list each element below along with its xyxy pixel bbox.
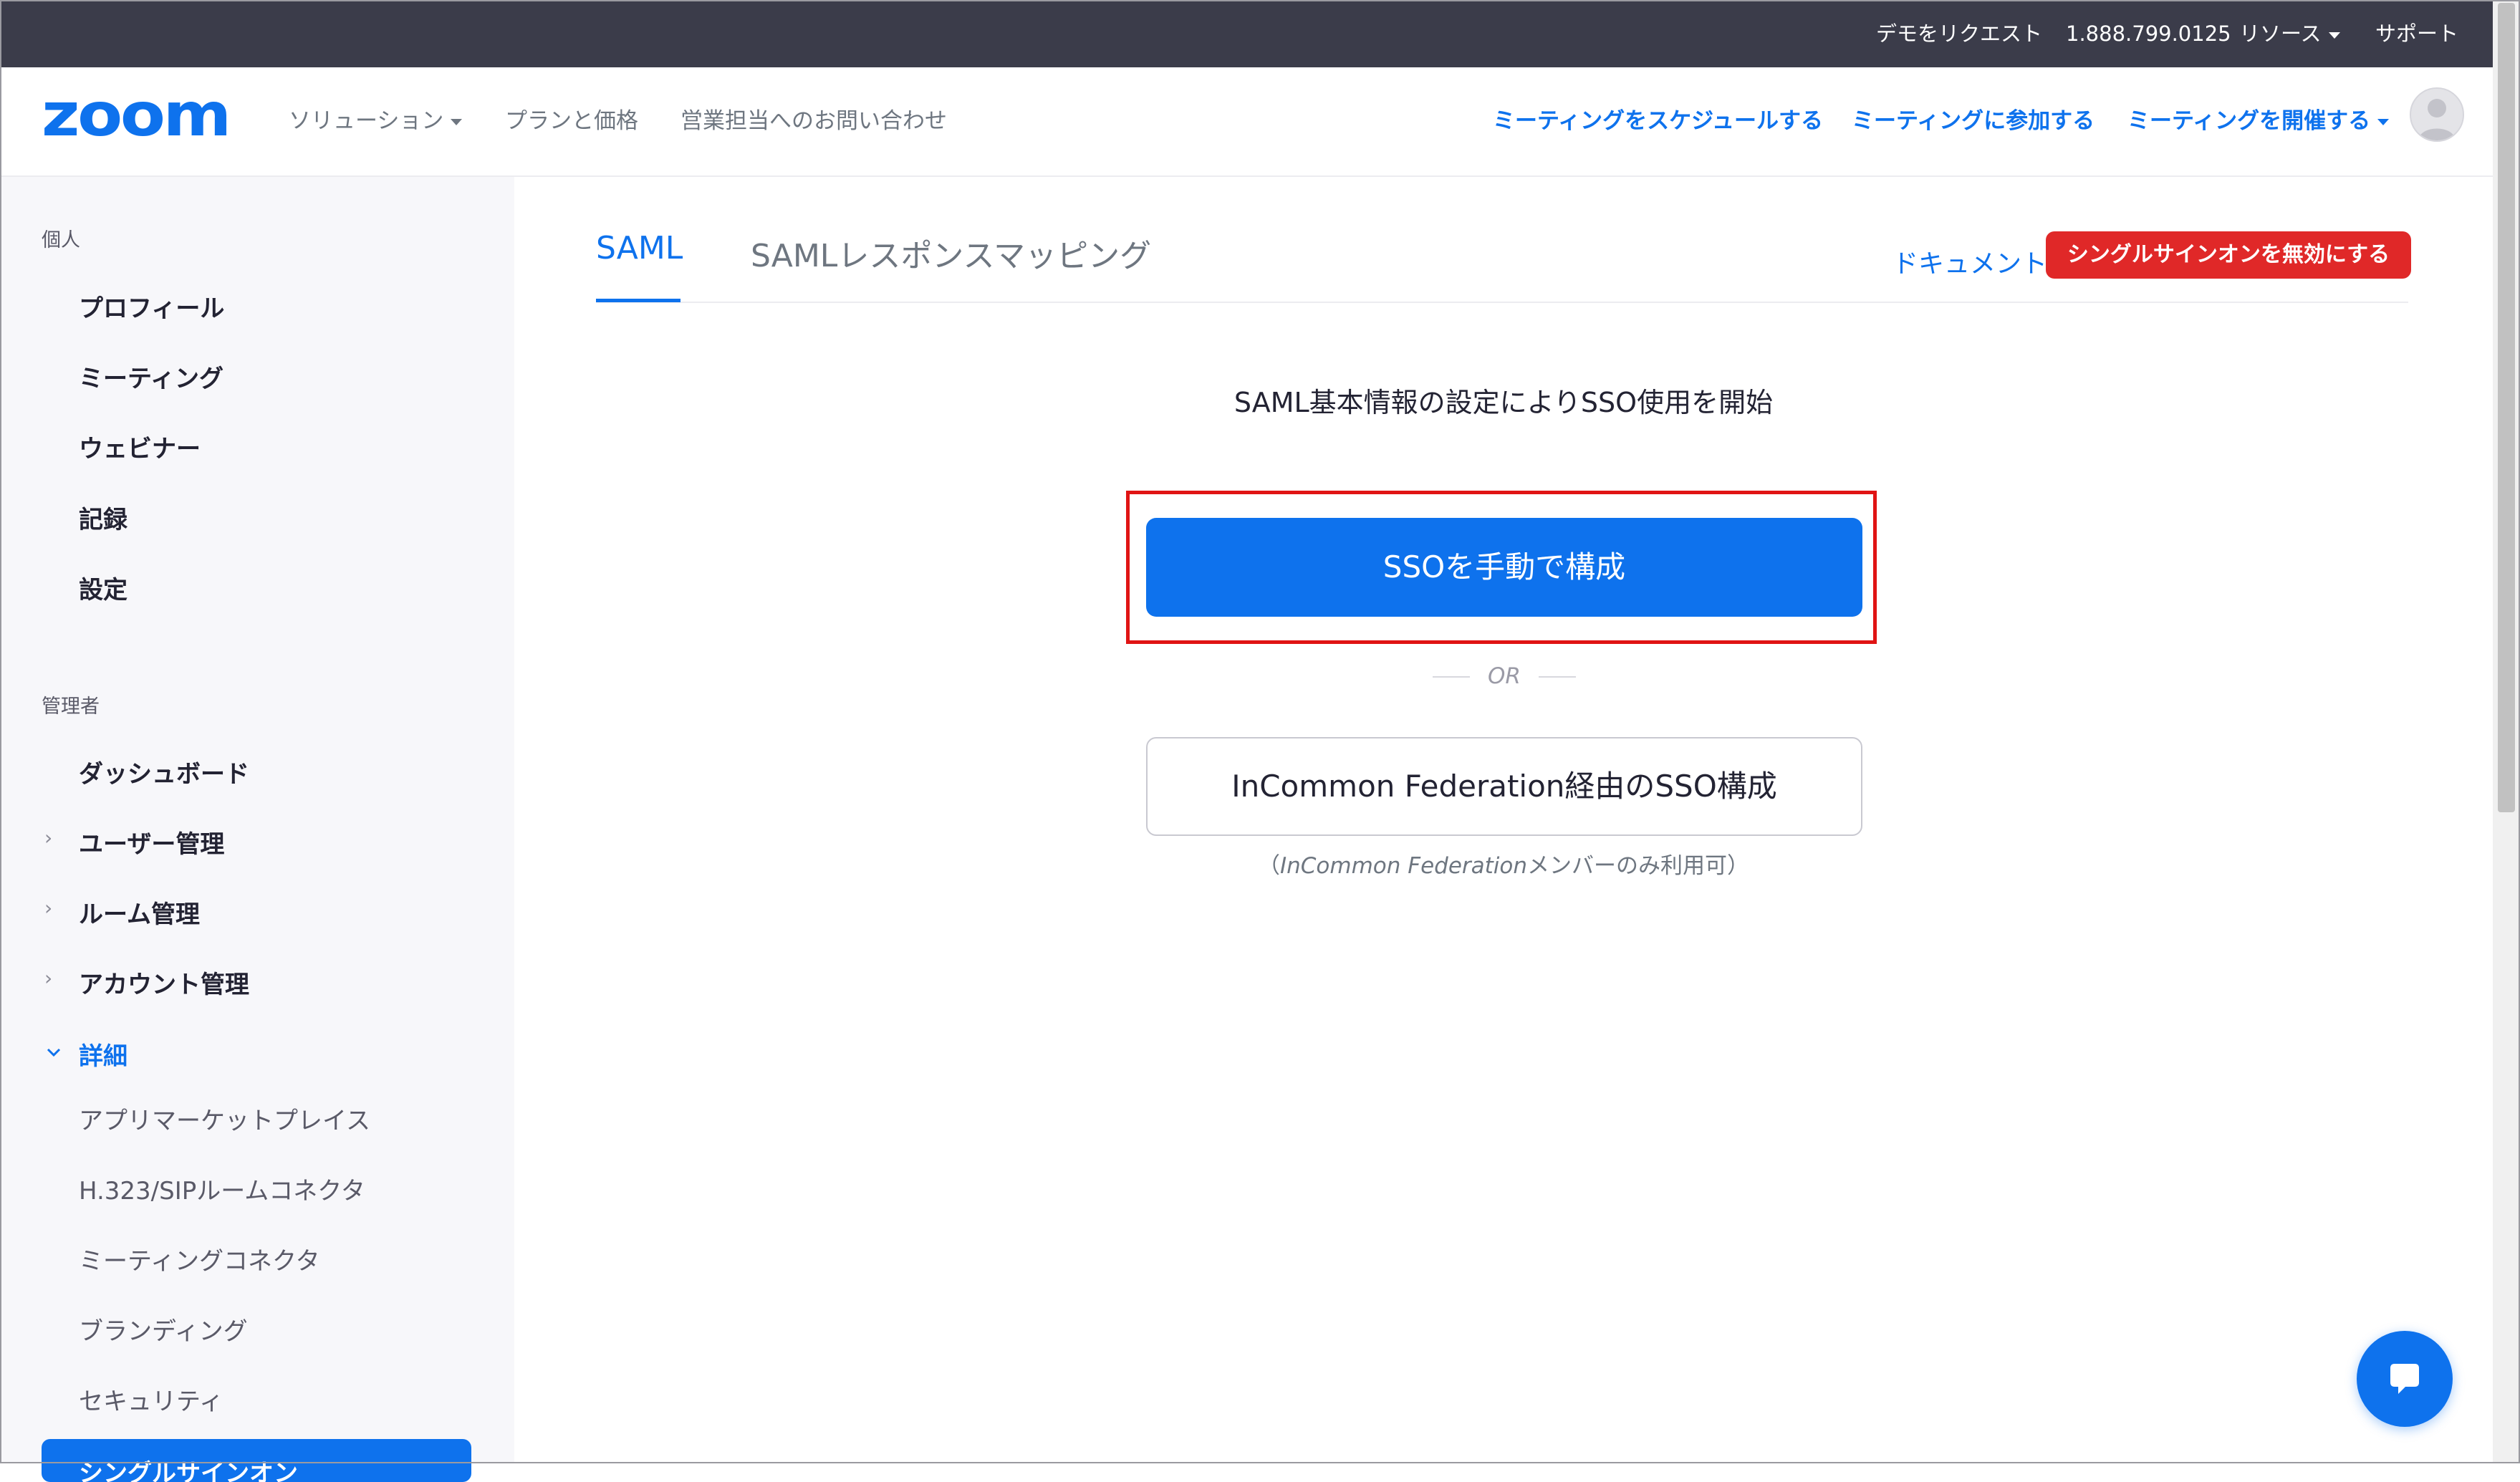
tab-saml[interactable]: SAML [596, 230, 683, 266]
sidebar-item-room-management[interactable]: ルーム管理 [79, 895, 200, 930]
sidebar-item-meetings[interactable]: ミーティング [79, 359, 223, 394]
chevron-right-icon[interactable]: › [44, 966, 52, 990]
logo-text: zoom [42, 91, 229, 141]
chevron-down-icon[interactable] [46, 1047, 62, 1057]
caret-down-icon [451, 119, 463, 125]
tab-baseline-divider [596, 302, 2408, 303]
sidebar-item-app-marketplace[interactable]: アプリマーケットプレイス [79, 1101, 370, 1136]
active-tab-indicator [596, 299, 681, 302]
sidebar-item-h323-sip-connector[interactable]: H.323/SIPルームコネクタ [79, 1171, 365, 1206]
solutions-label: ソリューション [289, 108, 444, 134]
user-avatar-icon[interactable] [2410, 87, 2464, 142]
incommon-federation-sso-button[interactable]: InCommon Federation経由のSSO構成 [1146, 737, 1862, 836]
sidebar-item-account-management[interactable]: アカウント管理 [79, 965, 249, 1000]
sidebar-item-webinars[interactable]: ウェビナー [79, 429, 201, 464]
note-members-only: メンバーのみ利用可） [1527, 853, 1750, 879]
schedule-meeting-link[interactable]: ミーティングをスケジュールする [1493, 67, 1823, 175]
configure-sso-manually-button[interactable]: SSOを手動で構成 [1146, 518, 1862, 617]
resources-label: リソース [2239, 21, 2322, 46]
note-incommon-name: InCommon Federation [1279, 853, 1528, 879]
disable-sso-button[interactable]: シングルサインオンを無効にする [2046, 231, 2411, 279]
avatar-silhouette [2418, 99, 2456, 140]
contact-sales-link[interactable]: 営業担当へのお問い合わせ [681, 67, 947, 175]
resources-menu[interactable]: リソース [2239, 0, 2340, 67]
sidebar-item-settings[interactable]: 設定 [79, 570, 128, 605]
main-content: SAML SAMLレスポンスマッピング ドキュメント シングルサインオンを無効に… [514, 177, 2493, 1463]
sidebar-item-dashboard[interactable]: ダッシュボード [79, 754, 249, 789]
sidebar-item-security[interactable]: セキュリティ [79, 1382, 223, 1417]
scrollbar-thumb[interactable] [2498, 3, 2515, 812]
sidebar-item-profile[interactable]: プロフィール [79, 289, 224, 324]
solutions-menu[interactable]: ソリューション [289, 67, 463, 175]
host-meeting-label: ミーティングを開催する [2127, 108, 2371, 134]
sidebar-item-meeting-connector[interactable]: ミーティングコネクタ [79, 1241, 320, 1276]
plans-pricing-link[interactable]: プランと価格 [505, 67, 638, 175]
tab-saml-response-mapping[interactable]: SAMLレスポンスマッピング [751, 230, 1151, 276]
support-link[interactable]: サポート [2375, 0, 2458, 67]
incommon-note: （InCommon Federationメンバーのみ利用可） [514, 847, 2493, 880]
chevron-right-icon[interactable]: › [44, 896, 52, 920]
sso-intro-text: SAML基本情報の設定によりSSO使用を開始 [1233, 387, 1774, 418]
admin-section-label: 管理者 [42, 696, 100, 718]
note-open-paren: （ [1257, 853, 1280, 879]
sidebar-item-label: シングルサインオン [79, 1459, 298, 1482]
caret-down-icon [2377, 119, 2390, 125]
caret-down-icon [2328, 32, 2340, 39]
documentation-link[interactable]: ドキュメント [1893, 243, 2047, 280]
sidebar-item-advanced[interactable]: 詳細 [79, 1036, 128, 1072]
chat-support-button[interactable] [2357, 1331, 2453, 1427]
sidebar: 個人 プロフィール ミーティング ウェビナー 記録 設定 管理者 ダッシュボード… [0, 177, 514, 1482]
top-utility-bar: デモをリクエスト 1.888.799.0125 リソース サポート [0, 0, 2493, 67]
request-demo-link[interactable]: デモをリクエスト [1876, 0, 2042, 67]
sidebar-item-single-sign-on[interactable]: シングルサインオン [42, 1439, 471, 1482]
chevron-right-icon[interactable]: › [44, 826, 52, 850]
separator-line-right [1539, 676, 1576, 678]
page-scrollbar[interactable] [2493, 0, 2520, 1463]
sidebar-item-user-management[interactable]: ユーザー管理 [79, 824, 224, 860]
phone-number-link[interactable]: 1.888.799.0125 [2066, 0, 2231, 67]
chat-bubble-icon [2390, 1364, 2419, 1394]
or-separator: OR [1433, 665, 1576, 688]
personal-section-label: 個人 [42, 229, 80, 251]
main-header: zoom ソリューション プランと価格 営業担当へのお問い合わせ ミーティングを… [0, 67, 2493, 177]
zoom-logo[interactable]: zoom [42, 91, 231, 141]
sidebar-item-recordings[interactable]: 記録 [79, 500, 128, 535]
host-meeting-menu[interactable]: ミーティングを開催する [2127, 67, 2390, 175]
sidebar-item-branding[interactable]: ブランディング [79, 1312, 248, 1347]
join-meeting-link[interactable]: ミーティングに参加する [1852, 67, 2095, 175]
